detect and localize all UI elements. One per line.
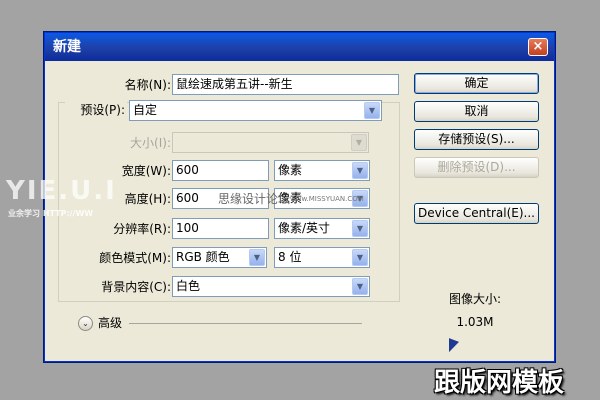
background-label: 背景内容(C):	[101, 280, 171, 294]
advanced-toggle-icon[interactable]: ⌄	[78, 316, 93, 331]
chevron-down-icon: ▼	[352, 220, 368, 237]
close-icon: ×	[532, 39, 544, 54]
width-input[interactable]: 600	[172, 160, 269, 181]
watermark-center-url: www.MISSYUAN.COM	[290, 195, 364, 203]
height-input-value: 600	[176, 191, 199, 205]
resolution-unit-value: 像素/英寸	[278, 221, 331, 235]
ok-button[interactable]: 确定	[414, 73, 539, 94]
cancel-button[interactable]: 取消	[414, 101, 539, 122]
resolution-unit-select[interactable]: 像素/英寸 ▼	[274, 218, 370, 239]
save-preset-button[interactable]: 存储预设(S)...	[414, 129, 539, 150]
resolution-input[interactable]: 100	[172, 218, 269, 239]
watermark-bottom-right: 跟版网模板	[434, 368, 565, 398]
size-select[interactable]: ▼	[172, 132, 369, 153]
chevron-down-icon: ▼	[352, 249, 368, 266]
preset-select[interactable]: 自定 ▼	[129, 100, 382, 121]
chevron-down-icon: ▼	[352, 278, 368, 295]
color-mode-label: 颜色模式(M):	[99, 251, 171, 265]
name-input[interactable]: 鼠绘速成第五讲--新生	[172, 74, 399, 95]
bit-depth-select[interactable]: 8 位 ▼	[274, 247, 370, 268]
color-mode-value: RGB 颜色	[176, 250, 230, 264]
preset-select-value: 自定	[133, 103, 158, 117]
advanced-divider	[129, 323, 362, 324]
chevron-down-icon: ▼	[249, 249, 265, 266]
image-size-value: 1.03M	[456, 315, 494, 329]
background-select[interactable]: 白色 ▼	[172, 276, 370, 297]
image-size-label: 图像大小:	[448, 292, 502, 306]
name-label: 名称(N):	[124, 78, 171, 92]
background-value: 白色	[176, 279, 201, 293]
watermark-sub-left: 业余学习 HTTP://WW	[8, 209, 94, 218]
resolution-input-value: 100	[176, 221, 199, 235]
dialog-title: 新建	[53, 39, 81, 55]
width-input-value: 600	[176, 163, 199, 177]
watermark-center: 思缘设计论坛	[218, 192, 291, 206]
size-label: 大小(I):	[130, 136, 171, 150]
advanced-label: 高级	[98, 316, 123, 330]
width-unit-select[interactable]: 像素 ▼	[274, 160, 370, 181]
delete-preset-button[interactable]: 删除预设(D)...	[414, 157, 539, 178]
close-button[interactable]: ×	[528, 38, 548, 56]
device-central-button[interactable]: Device Central(E)...	[414, 203, 539, 224]
resolution-label: 分辨率(R):	[113, 222, 171, 236]
name-input-value: 鼠绘速成第五讲--新生	[176, 77, 293, 91]
chevron-down-icon: ▼	[351, 134, 367, 151]
chevron-down-icon: ▼	[352, 162, 368, 179]
bit-depth-value: 8 位	[278, 250, 302, 264]
color-mode-select[interactable]: RGB 颜色 ▼	[172, 247, 267, 268]
preset-label: 预设(P):	[65, 100, 127, 120]
width-unit-value: 像素	[278, 163, 303, 177]
chevron-down-icon: ▼	[364, 102, 380, 119]
dialog-title-bar[interactable]: 新建 ×	[45, 33, 554, 61]
watermark-logo-left: YIE.U.I	[6, 176, 117, 206]
